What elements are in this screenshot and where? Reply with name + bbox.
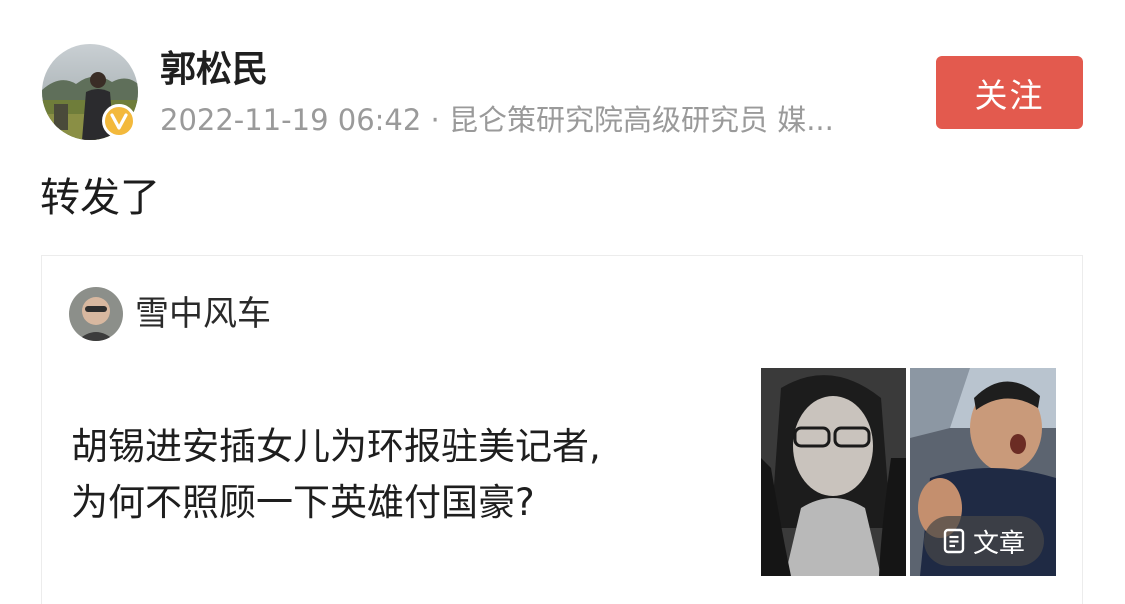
quoted-article-card[interactable]: 雪中风车 胡锡进安插女儿为环报驻美记者, 为何不照顾一下英雄付国豪? 文章 — [41, 255, 1083, 604]
follow-button[interactable]: 关注 — [936, 56, 1083, 129]
article-icon — [943, 528, 965, 554]
article-type-badge: 文章 — [924, 516, 1044, 566]
article-title-line-1: 胡锡进安插女儿为环报驻美记者, — [71, 425, 601, 468]
thumbnail-photo-left — [761, 368, 906, 576]
weibo-repost-post: 郭松民 2022-11-19 06:42 · 昆仑策研究院高级研究员 媒... … — [0, 0, 1125, 604]
article-badge-label: 文章 — [972, 528, 1025, 559]
quoted-author-name[interactable]: 雪中风车 — [135, 291, 271, 337]
author-name[interactable]: 郭松民 — [160, 48, 268, 92]
article-thumbnail[interactable]: 文章 — [761, 368, 1056, 576]
quoted-author-avatar[interactable] — [69, 287, 123, 341]
article-title-line-2: 为何不照顾一下英雄付国豪? — [71, 481, 535, 524]
repost-text: 转发了 — [40, 175, 160, 221]
post-meta: 2022-11-19 06:42 · 昆仑策研究院高级研究员 媒... — [160, 103, 834, 137]
article-title[interactable]: 胡锡进安插女儿为环报驻美记者, 为何不照顾一下英雄付国豪? — [71, 419, 731, 531]
verified-badge-icon — [102, 104, 136, 138]
